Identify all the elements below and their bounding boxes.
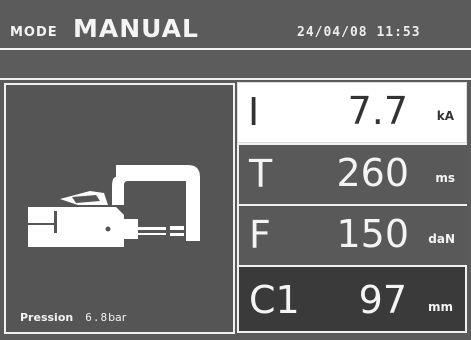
pressure-label: Pression bbox=[20, 311, 74, 324]
date-time: 24/04/08 11:53 bbox=[297, 25, 421, 40]
param-row-c1[interactable]: C1 97 mm bbox=[237, 265, 467, 333]
param-value: 7.7 bbox=[347, 89, 408, 133]
illustration-panel: Pression 6.8bar bbox=[4, 83, 235, 334]
param-symbol: C1 bbox=[249, 278, 300, 322]
param-row-force[interactable]: F 150 daN bbox=[237, 204, 467, 265]
param-value: 150 bbox=[336, 212, 409, 256]
param-unit: kA bbox=[436, 109, 454, 123]
pressure-value: 6.8 bbox=[85, 311, 109, 324]
header-bar: MODE MANUAL 24/04/08 11:53 bbox=[0, 0, 471, 50]
param-unit: ms bbox=[435, 171, 455, 185]
param-unit: mm bbox=[427, 300, 453, 314]
param-symbol: I bbox=[248, 90, 260, 134]
param-value: 260 bbox=[336, 151, 409, 195]
param-symbol: F bbox=[249, 213, 271, 257]
status-band bbox=[0, 50, 471, 80]
param-unit: daN bbox=[428, 232, 455, 246]
welding-gun-icon bbox=[28, 165, 200, 247]
pressure-readout: Pression 6.8bar bbox=[20, 311, 126, 324]
param-row-time[interactable]: T 260 ms bbox=[237, 143, 467, 204]
mode-label: MODE bbox=[10, 25, 58, 40]
welder-display: MODE MANUAL 24/04/08 11:53 Pression 6.8b… bbox=[0, 0, 471, 340]
param-symbol: T bbox=[249, 152, 273, 196]
mode-value: MANUAL bbox=[73, 14, 199, 43]
pressure-unit: bar bbox=[108, 311, 127, 324]
param-row-current[interactable]: I 7.7 kA bbox=[237, 82, 467, 143]
param-value: 97 bbox=[358, 278, 407, 322]
